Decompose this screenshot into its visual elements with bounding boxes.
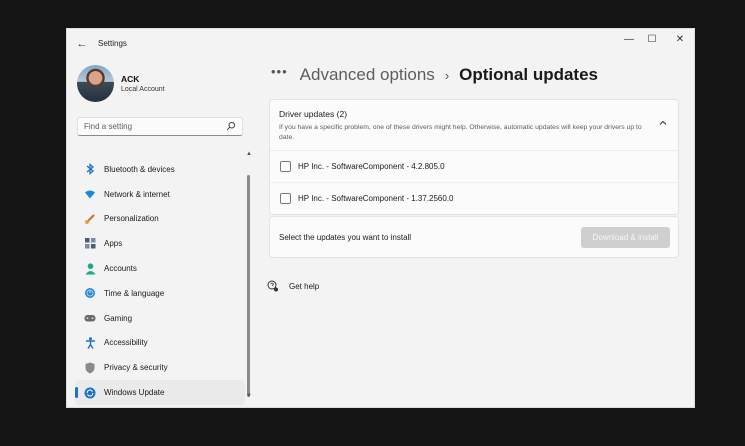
brush-icon <box>84 213 96 225</box>
help-chat-icon <box>267 280 278 292</box>
install-prompt: Select the updates you want to install <box>279 233 412 242</box>
accessibility-icon <box>84 337 96 349</box>
sidebar-item-label: Apps <box>104 239 123 249</box>
sidebar-item-label: Windows Update <box>104 388 165 398</box>
search-placeholder: Find a setting <box>84 122 133 131</box>
sidebar-item-label: Accessibility <box>104 338 148 348</box>
wifi-icon <box>84 188 96 200</box>
breadcrumb-more[interactable]: ••• <box>271 64 288 79</box>
chevron-up-icon[interactable] <box>658 118 668 128</box>
user-name: ACK <box>121 74 140 84</box>
driver-label: HP Inc. - SoftwareComponent - 1.37.2560.… <box>298 194 454 203</box>
sidebar-item-gaming[interactable]: Gaming <box>75 306 245 331</box>
search-icon <box>226 121 236 131</box>
get-help-link[interactable]: Get help <box>267 280 319 292</box>
sidebar-item-label: Bluetooth & devices <box>104 164 175 174</box>
sidebar-item-label: Privacy & security <box>104 363 168 373</box>
apps-icon <box>84 238 96 250</box>
sidebar-item-bluetooth[interactable]: Bluetooth & devices <box>75 157 245 182</box>
driver-updates-title: Driver updates (2) <box>279 109 348 119</box>
sidebar-item-network[interactable]: Network & internet <box>75 182 245 207</box>
sidebar-scrollbar[interactable] <box>247 175 250 397</box>
sidebar-item-label: Personalization <box>104 214 159 224</box>
driver-checkbox[interactable] <box>280 161 291 172</box>
app-title: Settings <box>98 39 127 48</box>
account-type: Local Account <box>121 86 165 93</box>
driver-updates-header[interactable]: Driver updates (2) If you have a specifi… <box>270 100 678 151</box>
sidebar-item-label: Accounts <box>104 264 137 274</box>
install-panel: Select the updates you want to install D… <box>269 216 679 258</box>
sidebar-item-windows-update[interactable]: Windows Update <box>75 380 245 405</box>
driver-updates-description: If you have a specific problem, one of t… <box>279 124 642 141</box>
sync-icon <box>84 387 96 399</box>
minimize-button[interactable]: — <box>619 33 639 47</box>
back-arrow-icon[interactable]: ← <box>75 37 89 51</box>
maximize-button[interactable]: ☐ <box>642 33 662 47</box>
sidebar-item-time-language[interactable]: Time & language <box>75 281 245 306</box>
avatar[interactable] <box>77 65 114 102</box>
sidebar-item-label: Time & language <box>104 288 165 298</box>
sidebar-nav: Bluetooth & devices Network & internet P… <box>75 157 245 405</box>
person-icon <box>84 262 96 275</box>
driver-label: HP Inc. - SoftwareComponent - 4.2.805.0 <box>298 162 445 171</box>
driver-updates-panel: Driver updates (2) If you have a specifi… <box>269 99 679 215</box>
shield-icon <box>84 362 96 374</box>
page-title: Optional updates <box>459 65 598 84</box>
breadcrumb: ••• Advanced options › Optional updates <box>271 64 598 85</box>
sidebar-item-privacy[interactable]: Privacy & security <box>75 355 245 380</box>
breadcrumb-parent[interactable]: Advanced options <box>300 65 435 85</box>
title-bar: ← Settings — ☐ ✕ <box>67 29 694 59</box>
globe-clock-icon <box>84 287 96 299</box>
get-help-label: Get help <box>289 281 320 291</box>
sidebar-item-accessibility[interactable]: Accessibility <box>75 331 245 356</box>
sidebar-item-label: Network & internet <box>104 189 170 199</box>
driver-update-row[interactable]: HP Inc. - SoftwareComponent - 4.2.805.0 <box>270 151 678 183</box>
sidebar-item-apps[interactable]: Apps <box>75 231 245 256</box>
search-input[interactable]: Find a setting <box>77 117 243 136</box>
sidebar-item-personalization[interactable]: Personalization <box>75 207 245 232</box>
scroll-up-arrow-icon[interactable]: ▲ <box>246 151 252 157</box>
download-install-button[interactable]: Download & install <box>581 227 670 248</box>
settings-window: ← Settings — ☐ ✕ ACK Local Account Find … <box>66 28 695 408</box>
bluetooth-icon <box>84 163 96 176</box>
driver-checkbox[interactable] <box>280 193 291 204</box>
sidebar-item-label: Gaming <box>104 313 133 323</box>
close-button[interactable]: ✕ <box>670 33 690 47</box>
sidebar-item-accounts[interactable]: Accounts <box>75 256 245 281</box>
scroll-down-arrow-icon[interactable]: ▼ <box>246 393 252 399</box>
driver-update-row[interactable]: HP Inc. - SoftwareComponent - 1.37.2560.… <box>270 183 678 214</box>
breadcrumb-separator: › <box>444 67 450 83</box>
controller-icon <box>84 312 96 324</box>
